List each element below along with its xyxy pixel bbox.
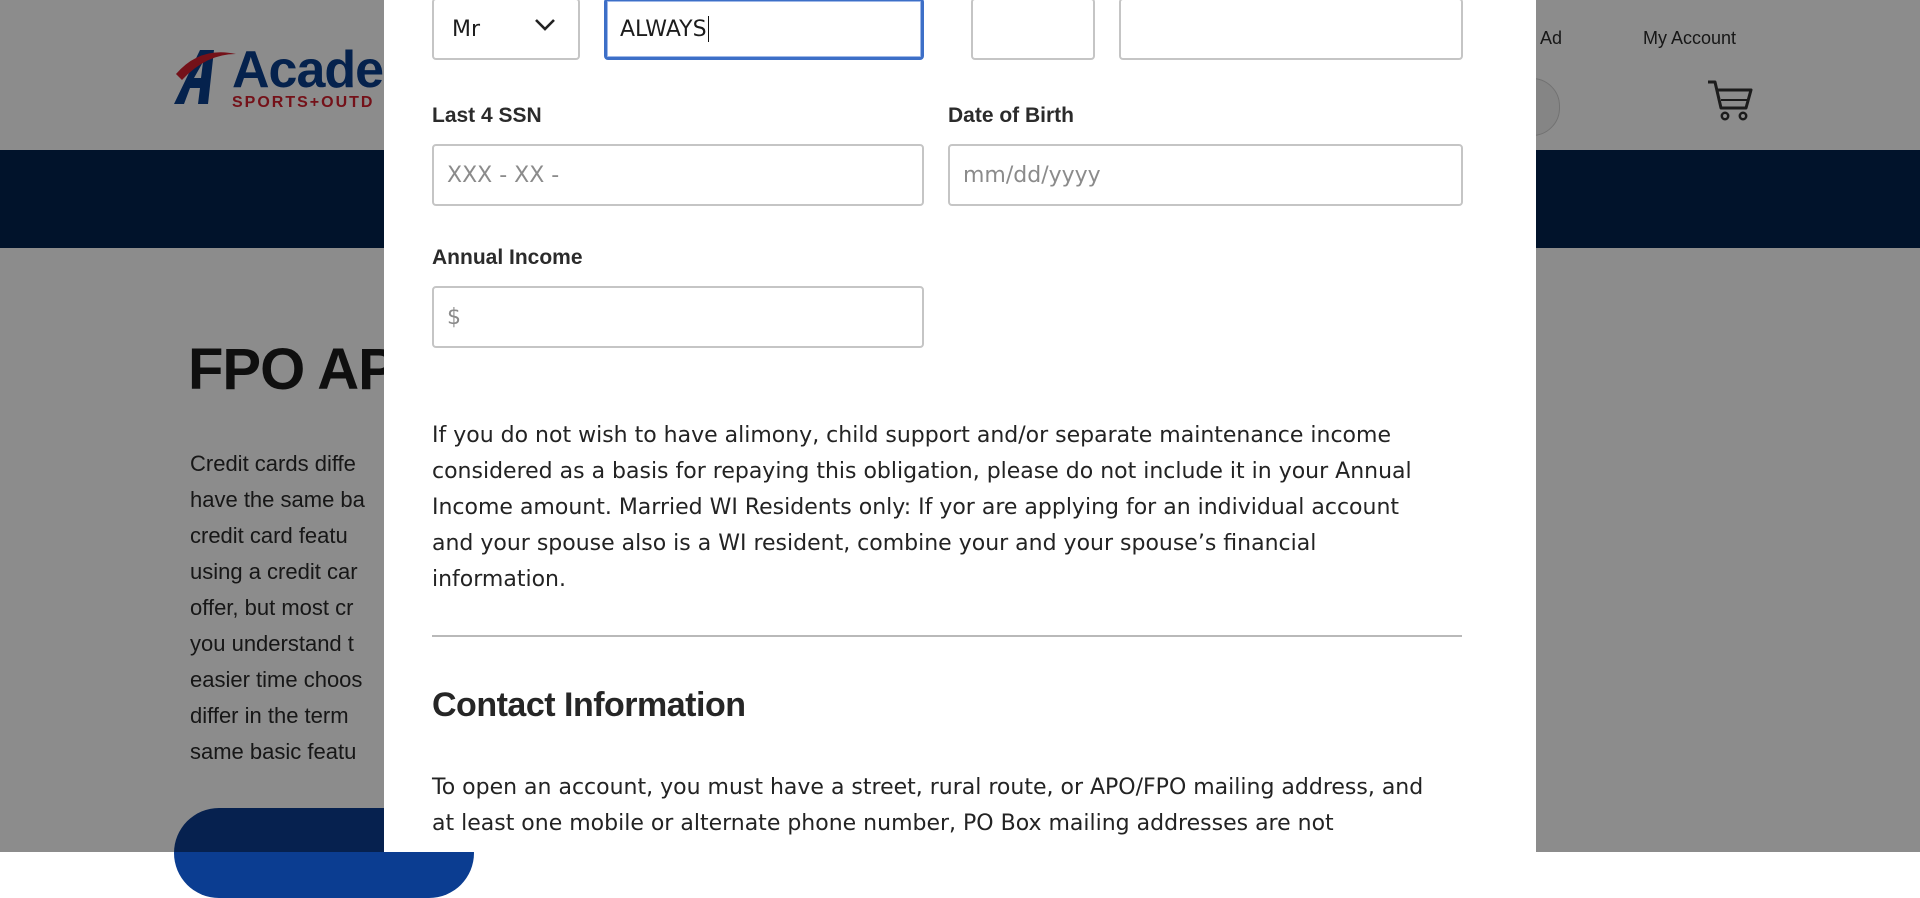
contact-information-text: To open an account, you must have a stre… — [432, 770, 1462, 842]
income-label: Annual Income — [432, 246, 583, 269]
text-cursor — [707, 16, 710, 42]
dob-placeholder: mm/dd/yyyy — [963, 162, 1101, 188]
contact-line: at least one mobile or alternate phone n… — [432, 811, 1334, 836]
last-name-input[interactable] — [1119, 0, 1463, 60]
ssn-input[interactable]: XXX - XX - — [432, 144, 924, 206]
disclosure-line: Income amount. Married WI Residents only… — [432, 495, 1400, 520]
ssn-label: Last 4 SSN — [432, 104, 542, 127]
contact-information-heading: Contact Information — [432, 686, 746, 724]
annual-income-input[interactable]: $ — [432, 286, 924, 348]
disclosure-line: If you do not wish to have alimony, chil… — [432, 423, 1391, 448]
section-divider — [432, 635, 1462, 637]
income-placeholder: $ — [447, 304, 461, 330]
contact-line: To open an account, you must have a stre… — [432, 775, 1424, 800]
disclosure-line: considered as a basis for repaying this … — [432, 459, 1412, 484]
title-select[interactable]: Mr — [432, 0, 580, 60]
disclosure-line: and your spouse also is a WI resident, c… — [432, 531, 1317, 556]
ssn-placeholder: XXX - XX - — [447, 162, 560, 188]
title-select-value: Mr — [452, 16, 481, 42]
first-name-value: ALWAYS — [620, 16, 707, 42]
first-name-input[interactable]: ALWAYS — [604, 0, 924, 60]
dob-input[interactable]: mm/dd/yyyy — [948, 144, 1463, 206]
chevron-down-icon — [535, 19, 555, 31]
income-disclosure-text: If you do not wish to have alimony, chil… — [432, 418, 1452, 598]
disclosure-line: information. — [432, 567, 566, 592]
application-modal: Mr ALWAYS Last 4 SSN XXX - XX - Date of … — [384, 0, 1536, 852]
middle-initial-input[interactable] — [971, 0, 1095, 60]
dob-label: Date of Birth — [948, 104, 1074, 127]
